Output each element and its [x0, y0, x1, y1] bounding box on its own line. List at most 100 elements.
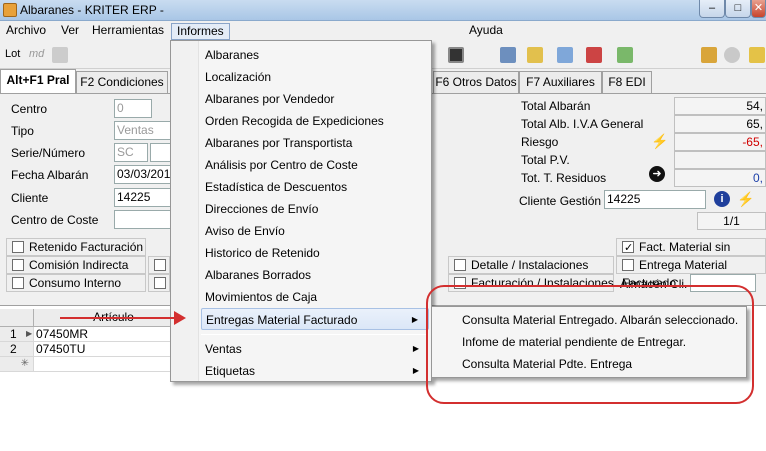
disks-icon[interactable] [557, 47, 573, 63]
comision-check[interactable]: Comisión Indirecta [12, 256, 128, 274]
cliente-label: Cliente [11, 191, 49, 205]
menu-ver[interactable]: Ver [56, 23, 84, 40]
comision-label: Comisión Indirecta [29, 258, 129, 272]
retenido-check[interactable]: Retenido Facturación [12, 238, 143, 256]
menu-item-albaranes-borrados[interactable]: Albaranes Borrados [201, 264, 429, 286]
entregas-material-label: Entregas Material Facturado [206, 313, 358, 327]
paperclip-icon[interactable] [724, 47, 740, 63]
serie-label: Serie/Número [11, 146, 86, 160]
checkbox-box[interactable] [454, 259, 466, 271]
mid-check-1[interactable] [154, 256, 171, 274]
etiquetas-label: Etiquetas [205, 364, 256, 378]
riesgo-value: -65, [674, 133, 766, 151]
menu-herramientas[interactable]: Herramientas [87, 23, 169, 40]
phone-icon[interactable] [701, 47, 717, 63]
title-bar: Albaranes - KRITER ERP - – □ ✕ [0, 0, 766, 21]
menu-ayuda[interactable]: Ayuda [464, 23, 508, 40]
info-icon[interactable]: i [714, 191, 730, 207]
checkbox-box[interactable] [622, 259, 634, 271]
numero-field[interactable] [150, 143, 172, 162]
checkbox-box-checked[interactable] [622, 239, 634, 257]
residuos-label: Tot. T. Residuos [521, 171, 607, 185]
mid-check-2[interactable] [154, 274, 171, 292]
menu-item-albaranes-vendedor[interactable]: Albaranes por Vendedor [201, 88, 429, 110]
export-icon[interactable] [617, 47, 633, 63]
calculator-icon[interactable] [448, 47, 464, 63]
edit-icon[interactable] [586, 47, 602, 63]
toolbar-disabled-icon[interactable] [52, 47, 68, 63]
cliente-field[interactable]: 14225 [114, 188, 172, 207]
maximize-button[interactable]: □ [725, 0, 751, 18]
checkbox-box[interactable] [12, 259, 24, 271]
total-albaran-value: 54, [674, 97, 766, 115]
lot-button[interactable]: Lot [5, 48, 20, 60]
centro-coste-field[interactable] [114, 210, 172, 229]
menu-item-direcciones-envio[interactable]: Direcciones de Envío [201, 198, 429, 220]
centro-field[interactable]: 0 [114, 99, 152, 118]
menu-item-localizacion[interactable]: Localización [201, 66, 429, 88]
menu-bar: Archivo Ver Herramientas Informes Ayuda [0, 21, 766, 41]
cliente-gestion-label: Cliente Gestión [519, 194, 602, 208]
folder-icon[interactable] [749, 47, 765, 63]
residuos-value: 0, [674, 169, 766, 187]
new-row-icon: ✳ [0, 357, 34, 372]
menu-item-movimientos-caja[interactable]: Movimientos de Caja [201, 286, 429, 308]
ventas-label: Ventas [205, 342, 242, 356]
pager: 1/1 [697, 212, 766, 230]
tab-condiciones[interactable]: F2 Condiciones [76, 71, 168, 93]
lightning-icon-2[interactable]: ⚡ [737, 191, 754, 208]
row-number: 2 [0, 342, 34, 357]
total-pv-label: Total P.V. [521, 153, 570, 167]
tab-otros-datos[interactable]: F6 Otros Datos [433, 71, 519, 93]
fecha-field[interactable]: 03/03/201 [114, 165, 172, 184]
submenu-arrow-icon: ▶ [411, 315, 418, 324]
tipo-field[interactable]: Ventas [114, 121, 172, 140]
menu-archivo[interactable]: Archivo [1, 23, 51, 40]
arrow-right-icon[interactable]: ➜ [649, 166, 665, 182]
menu-item-historico-retenido[interactable]: Historico de Retenido [201, 242, 429, 264]
annotation-box [426, 285, 754, 404]
consumo-check[interactable]: Consumo Interno [12, 274, 121, 292]
checkbox-box[interactable] [154, 277, 166, 289]
riesgo-label: Riesgo [521, 135, 559, 149]
total-pv-value [674, 151, 766, 169]
tree-icon[interactable] [500, 47, 516, 63]
menu-gutter [171, 41, 199, 381]
cliente-gestion-field[interactable]: 14225 [604, 190, 706, 209]
total-iva-label: Total Alb. I.V.A General [521, 117, 644, 131]
lightning-icon[interactable]: ⚡ [651, 133, 668, 150]
annotation-arrow-line [60, 317, 180, 319]
consumo-label: Consumo Interno [29, 276, 122, 290]
md-button[interactable]: md [29, 48, 44, 60]
tab-auxiliares[interactable]: F7 Auxiliares [519, 71, 602, 93]
menu-item-estadistica-descuentos[interactable]: Estadística de Descuentos [201, 176, 429, 198]
menu-item-ventas[interactable]: Ventas ▶ [201, 338, 429, 360]
window-title: Albaranes - KRITER ERP - [20, 3, 164, 17]
serie-field[interactable]: SC [114, 143, 148, 162]
document-icon[interactable] [527, 47, 543, 63]
centro-label: Centro [11, 102, 48, 116]
menu-item-albaranes[interactable]: Albaranes [201, 44, 429, 66]
menu-item-etiquetas[interactable]: Etiquetas ▶ [201, 360, 429, 382]
menu-item-albaranes-transportista[interactable]: Albaranes por Transportista [201, 132, 429, 154]
entrega-facturado-check[interactable]: Entrega Material Facturado [622, 256, 766, 290]
menu-item-aviso-envio[interactable]: Aviso de Envío [201, 220, 429, 242]
menu-separator [201, 334, 427, 335]
checkbox-box[interactable] [12, 241, 24, 253]
grid-corner [0, 309, 34, 327]
minimize-button[interactable]: – [699, 0, 725, 18]
retenido-label: Retenido Facturación [29, 240, 144, 254]
detalle-check[interactable]: Detalle / Instalaciones [454, 256, 588, 274]
menu-item-entregas-material[interactable]: Entregas Material Facturado ▶ [201, 308, 429, 330]
tab-pral[interactable]: Alt+F1 Pral [0, 69, 76, 93]
menu-item-orden-recogida[interactable]: Orden Recogida de Expediciones [201, 110, 429, 132]
menu-informes[interactable]: Informes [171, 23, 230, 40]
menu-item-analisis-coste[interactable]: Análisis por Centro de Coste [201, 154, 429, 176]
checkbox-box[interactable] [12, 277, 24, 289]
submenu-arrow-icon: ▶ [412, 366, 419, 375]
fact-sin-entrega-check[interactable]: Fact. Material sin Entrega [622, 238, 766, 272]
tab-edi[interactable]: F8 EDI [602, 71, 652, 93]
checkbox-box[interactable] [154, 259, 166, 271]
fecha-label: Fecha Albarán [11, 168, 89, 182]
close-button[interactable]: ✕ [751, 0, 766, 18]
